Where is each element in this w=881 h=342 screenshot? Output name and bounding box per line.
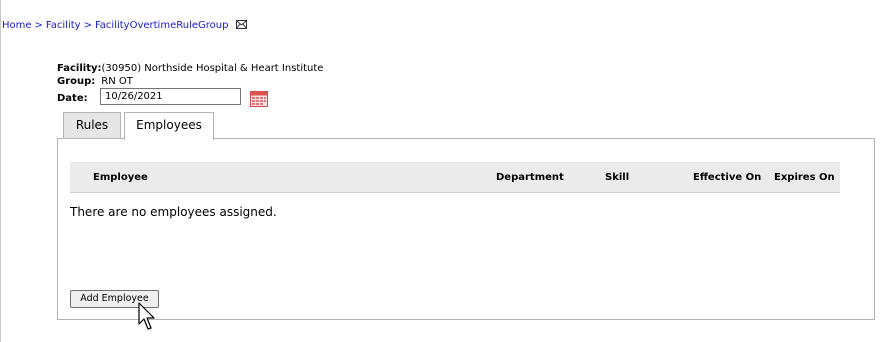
date-row: Date: (57, 92, 88, 105)
cursor-icon (138, 302, 158, 336)
column-header-skill[interactable]: Skill (605, 172, 629, 183)
group-value: RN OT (101, 76, 133, 87)
breadcrumb-separator: > (83, 20, 92, 31)
window-left-edge (0, 0, 1, 342)
facility-value: (30950) Northside Hospital & Heart Insti… (101, 63, 324, 74)
calendar-icon[interactable] (250, 91, 268, 111)
facility-label: Facility: (57, 63, 102, 74)
date-input[interactable] (100, 88, 241, 105)
employees-grid-header: Employee Department Skill Effective On E… (70, 162, 840, 193)
facility-row: Facility:(30950) Northside Hospital & He… (57, 62, 323, 75)
column-header-employee[interactable]: Employee (93, 172, 148, 183)
tab-rules[interactable]: Rules (63, 112, 121, 139)
breadcrumb: Home > Facility > FacilityOvertimeRuleGroup (2, 19, 247, 33)
column-header-effective-on[interactable]: Effective On (693, 172, 761, 183)
column-header-expires-on[interactable]: Expires On (774, 172, 835, 183)
breadcrumb-home-link[interactable]: Home (2, 20, 32, 31)
date-label: Date: (57, 93, 88, 104)
empty-grid-message: There are no employees assigned. (70, 205, 277, 219)
employees-panel: Employee Department Skill Effective On E… (57, 138, 875, 320)
breadcrumb-overtime-rule-group-link[interactable]: FacilityOvertimeRuleGroup (95, 20, 229, 31)
breadcrumb-separator: > (34, 20, 43, 31)
tab-employees[interactable]: Employees (124, 112, 214, 140)
mail-icon[interactable] (235, 20, 247, 33)
column-header-department[interactable]: Department (496, 172, 564, 183)
group-row: Group: RN OT (57, 75, 133, 88)
breadcrumb-facility-link[interactable]: Facility (46, 20, 81, 31)
group-label: Group: (57, 76, 96, 87)
